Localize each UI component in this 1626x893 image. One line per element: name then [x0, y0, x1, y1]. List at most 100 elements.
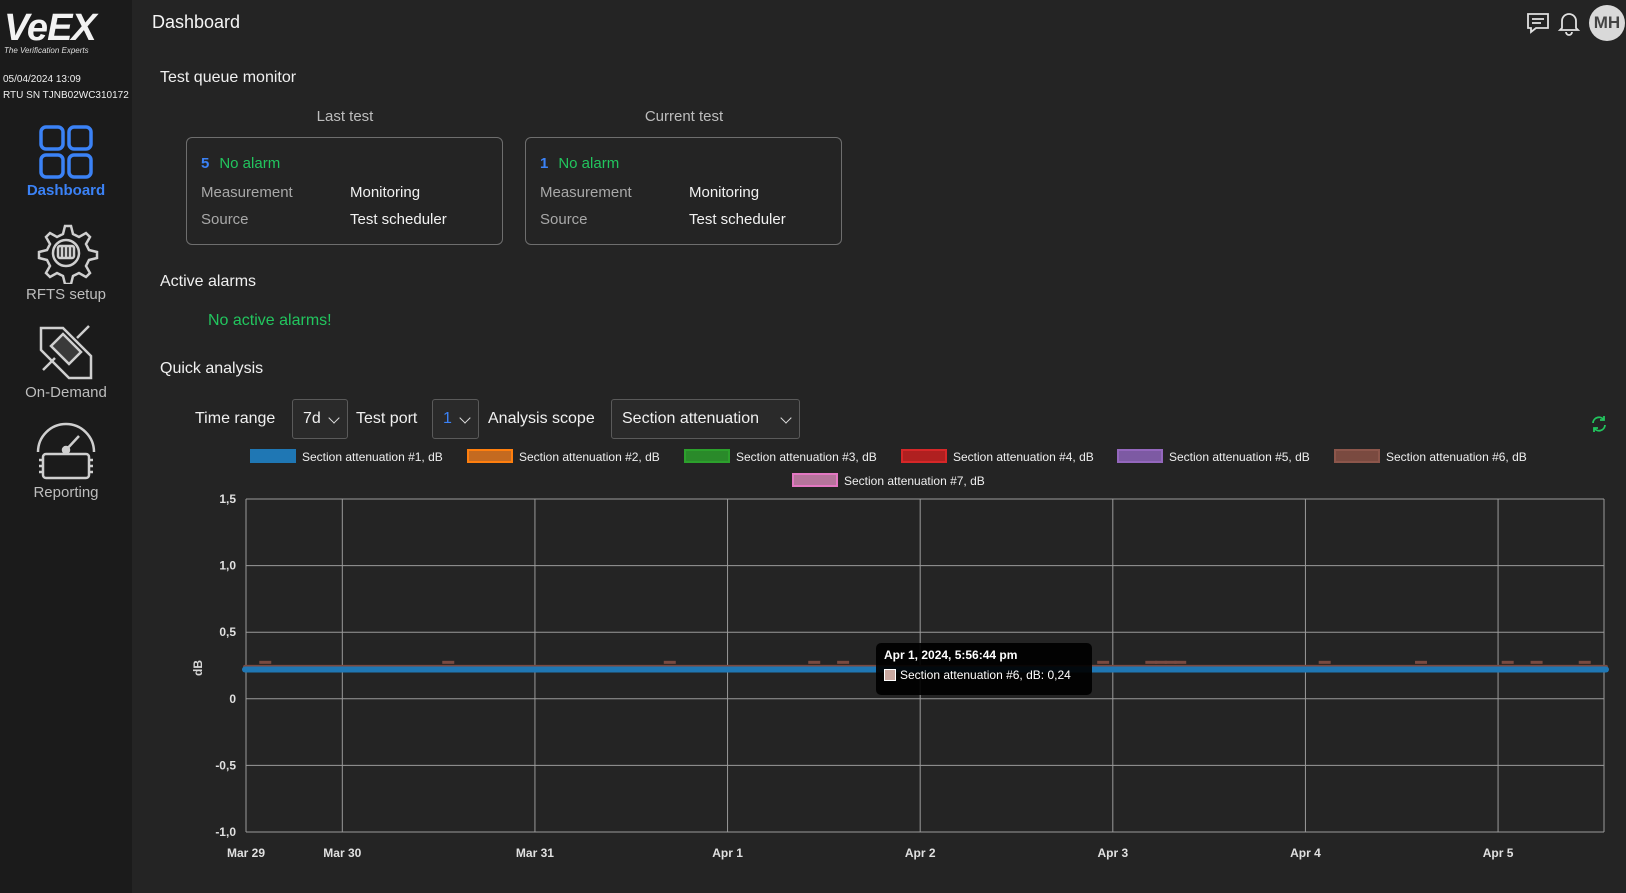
source-label: Source: [201, 211, 249, 228]
attenuation-chart[interactable]: 1,5 1,0 0,5 0 -0,5 -1,0 Mar 29 Mar 30 Mar 31 Apr…: [0, 0, 1626, 893]
y-tick-label: 1,5: [219, 492, 236, 506]
y-tick-label: -1,0: [215, 825, 236, 839]
refresh-icon[interactable]: [1590, 415, 1608, 433]
brand-tagline: The Verification Experts: [4, 46, 89, 55]
last-test-status: No alarm: [219, 155, 281, 172]
series-6-point-1: [442, 660, 455, 664]
legend-swatch: [1334, 449, 1380, 463]
test-port-label: Test port: [356, 410, 418, 427]
x-tick-label: Mar 30: [323, 846, 361, 860]
last-test-heading: Last test: [316, 108, 374, 125]
legend-swatch: [901, 449, 947, 463]
x-tick-label: Apr 2: [905, 846, 936, 860]
series-6-point-10: [1318, 660, 1331, 664]
time-range-label: Time range: [195, 410, 276, 427]
legend-swatch: [792, 473, 838, 487]
measurement-label: Measurement: [201, 184, 293, 201]
sidebar-item-dashboard[interactable]: Dashboard: [0, 124, 132, 199]
page-title: Dashboard: [152, 12, 241, 32]
current-test-status: No alarm: [558, 155, 620, 172]
sidebar-item-label: RFTS setup: [25, 286, 107, 303]
legend-item-series-1[interactable]: Section attenuation #1, dB: [250, 449, 443, 464]
legend-label: Section attenuation #5, dB: [1169, 450, 1310, 464]
x-tick-label: Mar 29: [227, 846, 265, 860]
no-alarms-message: No active alarms!: [208, 312, 332, 329]
last-test-count: 5: [201, 155, 210, 172]
current-test-card[interactable]: 1 No alarm Measurement Monitoring Source …: [525, 137, 842, 245]
avatar[interactable]: MH: [1589, 5, 1625, 41]
y-tick-label: -0,5: [215, 758, 236, 772]
device-datetime: 05/04/2024 13:09: [3, 74, 81, 85]
sidebar-item-label: Dashboard: [26, 182, 106, 199]
device-meta: 05/04/2024 13:09 RTU SN TJNB02WC310172: [3, 72, 129, 104]
time-range-value: 7d: [303, 410, 321, 427]
time-range-select[interactable]: 7d: [292, 399, 348, 439]
series-6-point-13: [1530, 660, 1543, 664]
last-test-card[interactable]: 5 No alarm Measurement Monitoring Source …: [186, 137, 503, 245]
legend-swatch: [684, 449, 730, 463]
series-6-point-8: [1164, 660, 1177, 664]
series-6-point-7: [1154, 660, 1167, 664]
brand-name: VeEX: [4, 7, 97, 49]
legend-item-series-3[interactable]: Section attenuation #3, dB: [684, 449, 877, 464]
analysis-scope-select[interactable]: Section attenuation: [611, 399, 800, 439]
legend-label: Section attenuation #6, dB: [1386, 450, 1527, 464]
legend-swatch: [250, 449, 296, 463]
test-port-select[interactable]: 1: [432, 399, 479, 439]
chat-icon[interactable]: [1525, 10, 1551, 36]
source-value: Test scheduler: [689, 211, 786, 228]
bell-icon[interactable]: [1556, 10, 1582, 36]
tooltip-swatch: [884, 669, 896, 681]
current-test-status-row: 1 No alarm: [540, 155, 619, 172]
last-test-status-row: 5 No alarm: [201, 155, 280, 172]
sidebar-item-on-demand[interactable]: On-Demand: [0, 320, 132, 401]
y-axis-label: dB: [191, 660, 205, 676]
legend-label: Section attenuation #2, dB: [519, 450, 660, 464]
sidebar: VeEX The Verification Experts 05/04/2024…: [0, 0, 132, 893]
tooltip-row: Section attenuation #6, dB: 0,24: [884, 668, 1084, 682]
series-6-point-5: [1097, 660, 1110, 664]
series-6-point-2: [663, 660, 676, 664]
test-queue-title: Test queue monitor: [160, 69, 297, 86]
tooltip-title: Apr 1, 2024, 5:56:44 pm: [884, 648, 1018, 662]
analysis-scope-label: Analysis scope: [488, 410, 595, 427]
source-value: Test scheduler: [350, 211, 447, 228]
chevron-down-icon: [328, 412, 340, 424]
quick-analysis-title: Quick analysis: [160, 360, 264, 377]
analysis-scope-value: Section attenuation: [622, 410, 759, 427]
sidebar-item-label: On-Demand: [25, 384, 107, 401]
measurement-value: Monitoring: [689, 184, 760, 201]
chevron-down-icon: [780, 412, 792, 424]
measurement-label: Measurement: [540, 184, 632, 201]
gauge-icon: [36, 422, 96, 480]
dashboard-grid-icon: [39, 125, 93, 179]
x-tick-label: Apr 1: [712, 846, 743, 860]
sidebar-item-label: Reporting: [33, 484, 99, 501]
legend-item-series-2[interactable]: Section attenuation #2, dB: [467, 449, 660, 464]
legend-item-series-6[interactable]: Section attenuation #6, dB: [1334, 449, 1527, 464]
legend-item-series-7[interactable]: Section attenuation #7, dB: [792, 473, 985, 488]
active-alarms-title: Active alarms: [160, 273, 257, 290]
y-tick-label: 0: [229, 692, 236, 706]
on-demand-icon: [39, 325, 93, 380]
legend-item-series-4[interactable]: Section attenuation #4, dB: [901, 449, 1094, 464]
series-6-point-0: [259, 660, 272, 664]
legend-label: Section attenuation #1, dB: [302, 450, 443, 464]
series-6-point-12: [1501, 660, 1514, 664]
x-tick-label: Apr 4: [1290, 846, 1321, 860]
legend-label: Section attenuation #3, dB: [736, 450, 877, 464]
sidebar-item-rfts-setup[interactable]: RFTS setup: [0, 222, 132, 303]
current-test-count: 1: [540, 155, 549, 172]
legend-label: Section attenuation #7, dB: [844, 474, 985, 488]
source-label: Source: [540, 211, 588, 228]
series-6-point-14: [1578, 660, 1591, 664]
legend-swatch: [467, 449, 513, 463]
x-tick-label: Apr 3: [1097, 846, 1128, 860]
legend-item-series-5[interactable]: Section attenuation #5, dB: [1117, 449, 1310, 464]
y-tick-label: 1,0: [219, 559, 236, 573]
series-6-point-6: [1145, 660, 1158, 664]
x-tick-label: Apr 5: [1483, 846, 1514, 860]
brand-logo[interactable]: VeEX The Verification Experts: [4, 8, 114, 56]
current-test-heading: Current test: [644, 108, 724, 125]
sidebar-item-reporting[interactable]: Reporting: [0, 420, 132, 501]
